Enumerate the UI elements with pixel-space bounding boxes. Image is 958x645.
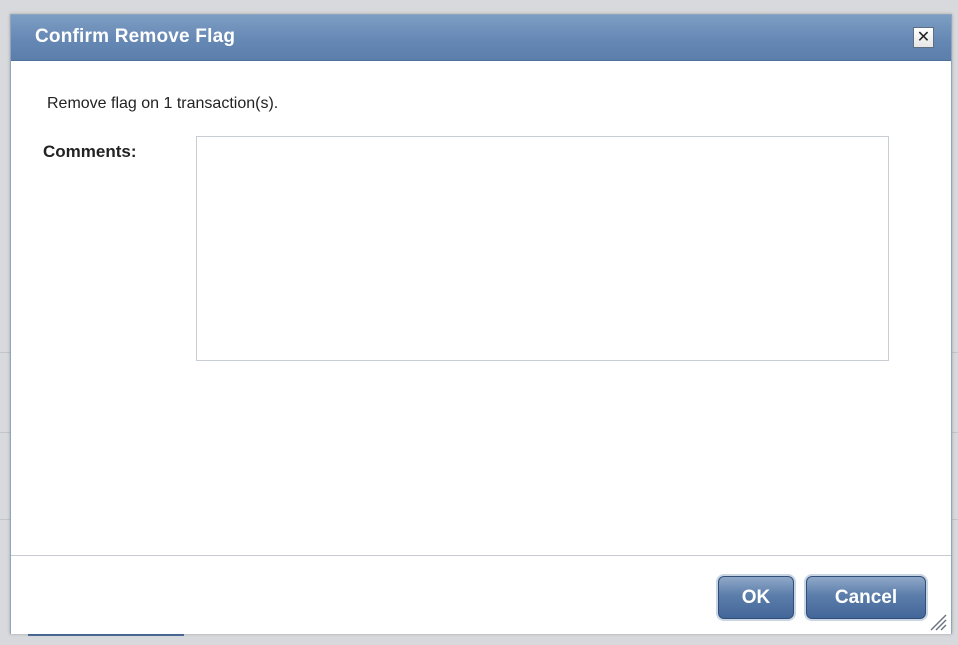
ok-button[interactable]: OK <box>718 576 794 619</box>
comments-textarea[interactable] <box>196 136 889 361</box>
resize-grip-icon[interactable] <box>927 611 947 631</box>
dialog-footer: OK Cancel <box>11 555 951 634</box>
confirmation-message: Remove flag on 1 transaction(s). <box>47 95 279 112</box>
close-button[interactable]: ✕ <box>913 27 934 48</box>
close-icon: ✕ <box>916 27 931 46</box>
comments-label: Comments: <box>43 142 137 161</box>
dialog-title: Confirm Remove Flag <box>35 26 236 47</box>
cancel-button[interactable]: Cancel <box>806 576 926 619</box>
confirm-remove-flag-dialog: Confirm Remove Flag ✕ Remove flag on 1 t… <box>10 14 952 634</box>
dialog-titlebar: Confirm Remove Flag ✕ <box>11 15 951 61</box>
